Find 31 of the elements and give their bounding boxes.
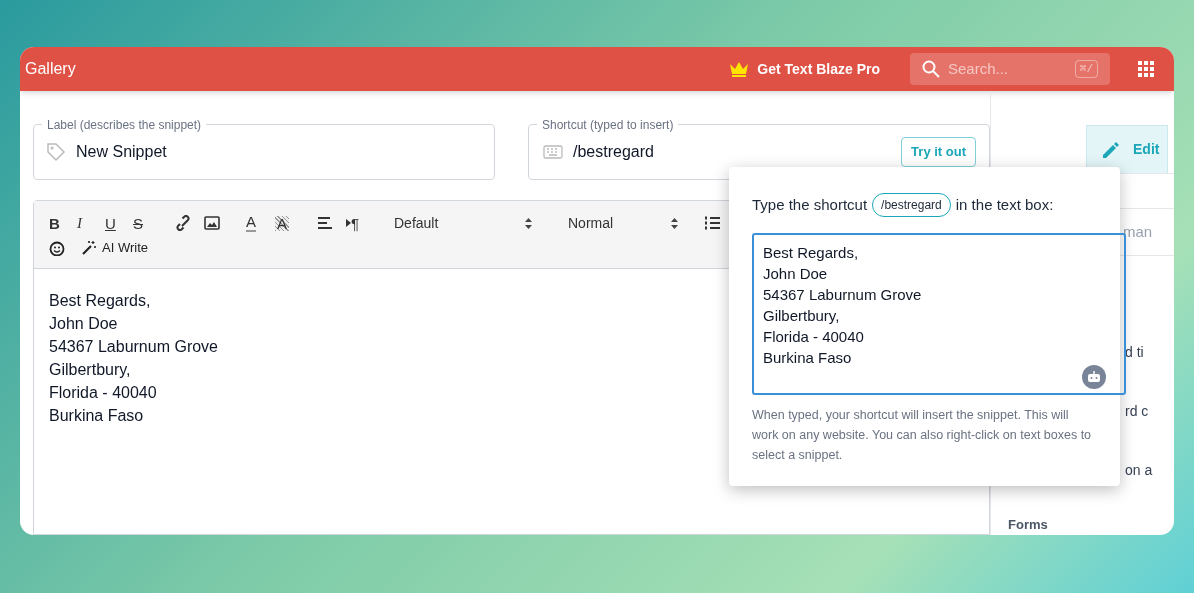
ai-write-button[interactable]: AI Write <box>81 238 148 258</box>
field-value: /bestregard <box>573 142 655 162</box>
bold-button[interactable]: B <box>49 215 60 231</box>
sidebar-item[interactable]: rd c <box>1125 401 1149 422</box>
text-color-button[interactable]: A <box>246 214 256 232</box>
text-box[interactable]: Best Regards, John Doe 54367 Laburnum Grove Gilbertbury, Florida - 40040 Burkina Faso <box>752 233 1126 395</box>
style-select[interactable]: Normal <box>568 212 690 234</box>
sidebar-heading: Forms <box>1008 515 1048 534</box>
instruction-text: Type the shortcut <box>752 194 868 215</box>
editor-text-line: Gilbertbury, <box>49 360 131 380</box>
editor-text-line: Best Regards, <box>49 291 151 311</box>
strikethrough-button[interactable]: S <box>133 215 143 231</box>
style-select[interactable]: Default <box>394 212 544 234</box>
help-text: When typed, your shortcut will insert the snippet. This will work on any website. You can also right-click on text boxes to select a snippet. <box>752 407 1093 464</box>
pro-link[interactable]: Get Text Blaze Pro <box>729 58 880 80</box>
field-value: New Snippet <box>76 142 167 162</box>
editor-text-line: 54367 Laburnum Grove <box>49 337 218 357</box>
sidebar-item[interactable]: on a <box>1125 460 1153 481</box>
instruction-text: in the text box: <box>955 194 1054 215</box>
highlight-button[interactable]: A <box>275 215 289 231</box>
search-input[interactable]: Search... <box>948 57 1067 81</box>
editor-text-line: Florida - 40040 <box>49 383 157 403</box>
italic-button[interactable]: I <box>77 215 82 231</box>
editor-text-line: John Doe <box>49 314 118 334</box>
shortcut-hint: ⌘/ <box>1074 59 1098 79</box>
sidebar-field-text: man <box>1123 221 1153 242</box>
underline-button[interactable]: U <box>105 215 116 231</box>
direction-button[interactable]: ¶ <box>346 215 360 231</box>
sidebar-item[interactable]: d ti <box>1125 342 1144 363</box>
editor-text-line: Burkina Faso <box>49 406 144 426</box>
app-title: Gallery <box>25 59 76 79</box>
